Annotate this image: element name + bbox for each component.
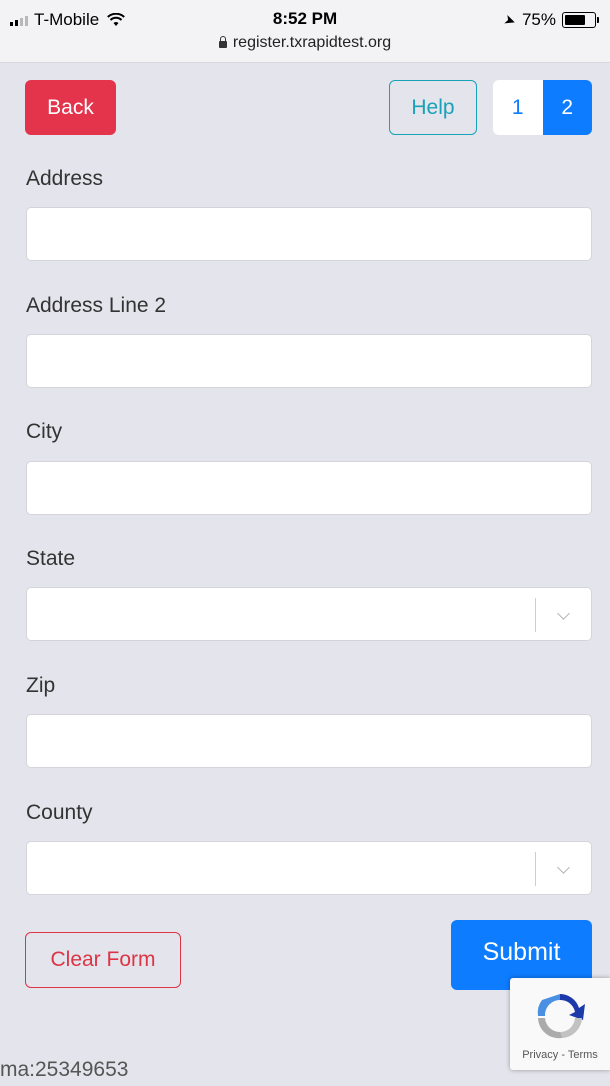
- step-2-button[interactable]: 2: [542, 80, 592, 135]
- ios-status-bar: T-Mobile 8:52 PM register.txrapidtest.or…: [0, 0, 610, 63]
- recaptcha-links[interactable]: Privacy - Terms: [510, 1049, 610, 1061]
- chevron-down-icon: [557, 606, 570, 620]
- zip-label: Zip: [26, 674, 56, 697]
- state-label: State: [26, 547, 76, 570]
- county-label: County: [26, 801, 93, 824]
- state-select[interactable]: [26, 587, 592, 641]
- city-label: City: [26, 420, 63, 443]
- battery-group: ➤ 75%: [502, 10, 599, 30]
- state-dropdown-toggle[interactable]: [535, 598, 591, 632]
- help-button[interactable]: Help: [389, 80, 477, 135]
- recaptcha-icon: [537, 994, 585, 1039]
- location-icon: ➤: [502, 10, 519, 30]
- zip-input[interactable]: [26, 714, 592, 768]
- clear-form-button[interactable]: Clear Form: [25, 932, 181, 988]
- back-button[interactable]: Back: [25, 80, 116, 135]
- address-label: Address: [26, 167, 104, 190]
- step-1-button[interactable]: 1: [493, 80, 543, 135]
- city-input[interactable]: [26, 461, 592, 515]
- step-pagination: 1 2: [493, 80, 592, 135]
- battery-fill: [565, 15, 586, 25]
- chevron-down-icon: [557, 860, 570, 874]
- recaptcha-badge[interactable]: Privacy - Terms: [510, 978, 610, 1070]
- address-line-2-label: Address Line 2: [26, 294, 167, 317]
- address-input[interactable]: [26, 207, 592, 261]
- battery-icon: [562, 12, 599, 28]
- lock-icon: [218, 36, 227, 48]
- form-id-text: ma:25349653: [0, 1058, 129, 1081]
- battery-percent: 75%: [521, 10, 556, 29]
- county-dropdown-toggle[interactable]: [535, 852, 591, 886]
- address-line-2-input[interactable]: [26, 334, 592, 388]
- county-select[interactable]: [26, 841, 592, 895]
- url-text: register.txrapidtest.org: [232, 34, 392, 51]
- address-bar[interactable]: register.txrapidtest.org: [0, 34, 610, 52]
